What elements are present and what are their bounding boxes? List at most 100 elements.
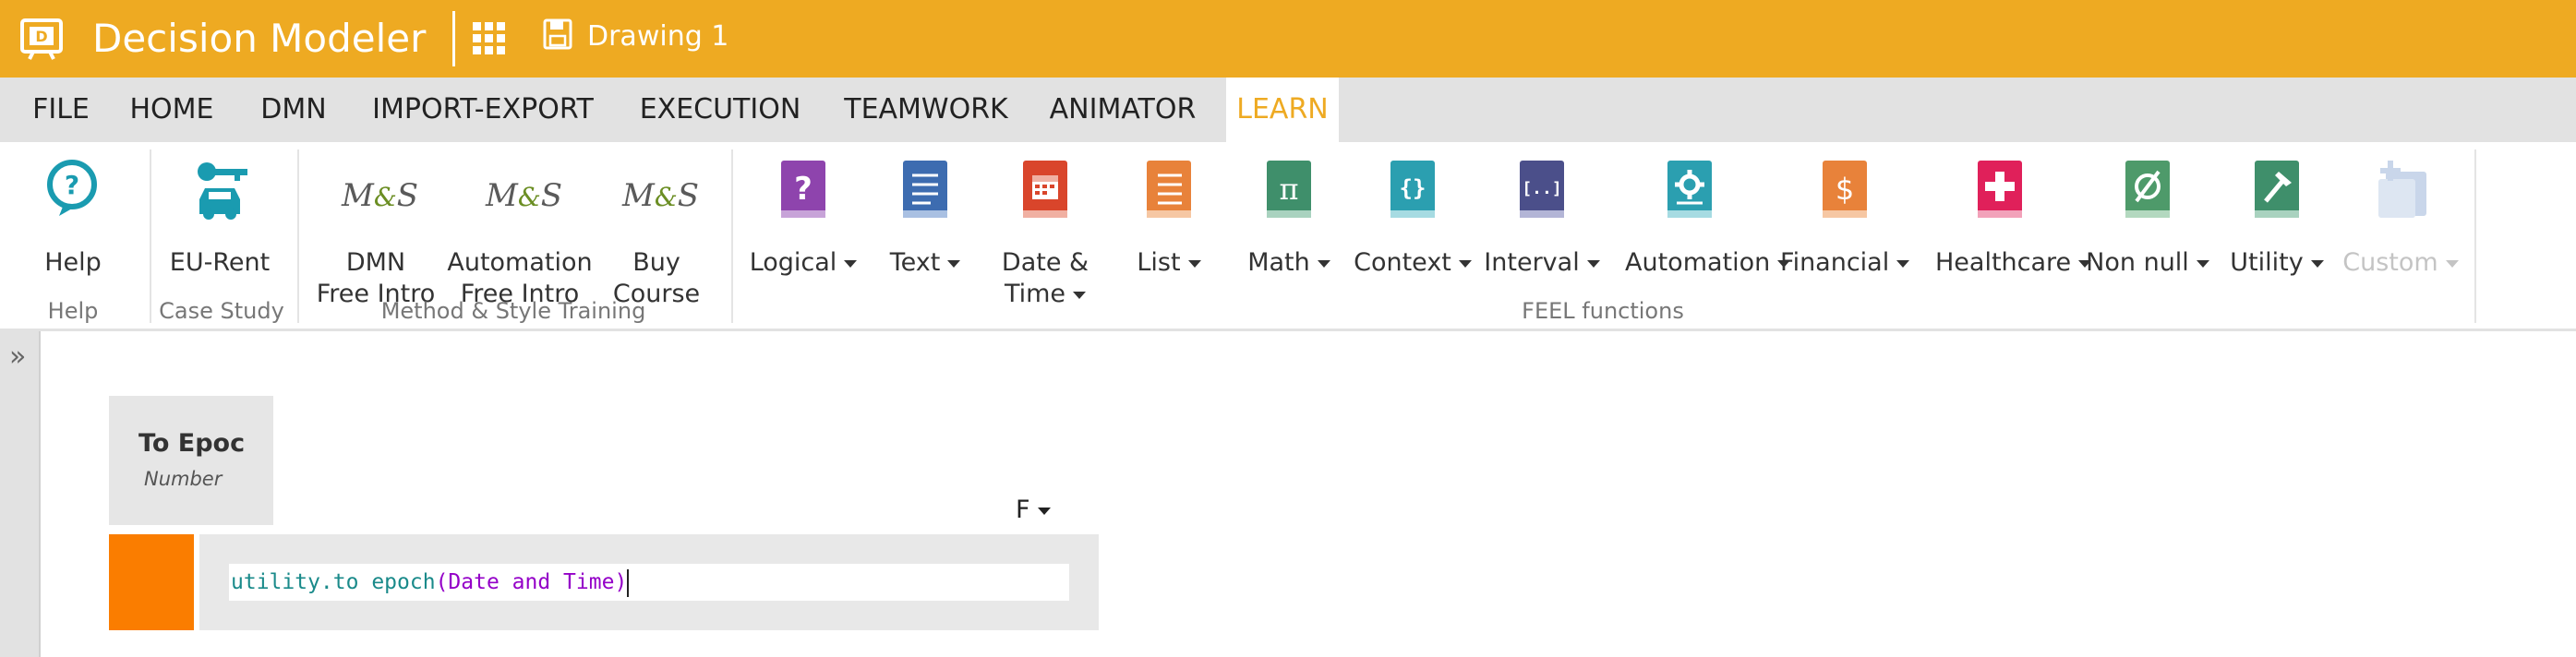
logical-label: Logical bbox=[749, 248, 837, 277]
feel-list-button[interactable]: List bbox=[1137, 159, 1201, 297]
feel-automation-button[interactable]: Automation bbox=[1625, 159, 1791, 297]
context-label: Context bbox=[1354, 248, 1451, 277]
feel-date-time-button[interactable]: Date & Time bbox=[1002, 159, 1089, 308]
expression-close-paren: ) bbox=[614, 570, 628, 594]
menu-learn[interactable]: LEARN bbox=[1226, 78, 1339, 142]
menu-teamwork[interactable]: TEAMWORK bbox=[829, 78, 1023, 142]
apps-grid-icon[interactable] bbox=[471, 20, 508, 57]
math-label: Math bbox=[1247, 248, 1310, 277]
hit-policy-dropdown[interactable]: F bbox=[1016, 496, 1051, 524]
menu-bar: FILE HOME DMN IMPORT-EXPORT EXECUTION TE… bbox=[0, 78, 2576, 142]
utility-label: Utility bbox=[2230, 248, 2304, 277]
buy-course-label-1: Buy bbox=[632, 248, 680, 277]
row-handle[interactable] bbox=[109, 534, 194, 630]
group-label-feel: FEEL functions bbox=[1522, 298, 1684, 324]
custom-book-icon bbox=[2378, 161, 2426, 218]
feel-expression-input[interactable]: utility.to epoch(Date and Time) bbox=[229, 564, 1069, 601]
help-icon: ? bbox=[47, 160, 97, 216]
ribbon-divider bbox=[150, 149, 151, 323]
financial-book-icon: $ bbox=[1823, 161, 1867, 218]
chevron-down-icon bbox=[947, 259, 961, 268]
ribbon-learn: ? Help Help EU-Rent Case Study M&S DMN F… bbox=[0, 142, 2576, 331]
chevron-down-icon bbox=[1037, 507, 1051, 515]
feel-interval-button[interactable]: [..] Interval bbox=[1484, 159, 1600, 297]
logical-book-icon: ? bbox=[781, 161, 825, 218]
chevron-down-icon bbox=[1458, 259, 1472, 268]
eu-rent-label: EU-Rent bbox=[169, 248, 271, 277]
chevron-down-icon bbox=[2445, 259, 2459, 268]
svg-text:?: ? bbox=[794, 171, 813, 208]
utility-book-icon bbox=[2255, 161, 2299, 218]
svg-text:$: $ bbox=[1836, 172, 1854, 207]
decision-type: Number bbox=[144, 468, 223, 490]
non-null-book-icon bbox=[2125, 161, 2170, 218]
expression-open-paren: ( bbox=[435, 570, 449, 594]
hit-policy-value: F bbox=[1016, 496, 1030, 524]
feel-custom-button[interactable]: Custom bbox=[2342, 159, 2459, 297]
help-label: Help bbox=[44, 248, 102, 277]
feel-healthcare-button[interactable]: Healthcare bbox=[1935, 159, 2092, 297]
chevron-down-icon bbox=[1586, 259, 1600, 268]
document-name[interactable]: Drawing 1 bbox=[587, 18, 728, 55]
app-title: Decision Modeler bbox=[92, 16, 427, 61]
title-divider bbox=[452, 11, 455, 66]
feel-logical-button[interactable]: ? Logical bbox=[750, 159, 858, 297]
menu-execution[interactable]: EXECUTION bbox=[628, 78, 813, 142]
decision-header[interactable]: To Epoc Number bbox=[109, 396, 273, 525]
expand-sidebar-toggle[interactable]: » bbox=[0, 331, 41, 657]
dmn-free-intro-button[interactable]: M&S DMN Free Intro bbox=[317, 159, 436, 308]
feel-context-button[interactable]: {} Context bbox=[1354, 159, 1472, 297]
feel-text-button[interactable]: Text bbox=[890, 159, 961, 297]
menu-import-export[interactable]: IMPORT-EXPORT bbox=[362, 78, 604, 142]
chevron-down-icon bbox=[2196, 259, 2209, 268]
menu-home[interactable]: HOME bbox=[114, 78, 229, 142]
menu-animator[interactable]: ANIMATOR bbox=[1041, 78, 1204, 142]
menu-dmn[interactable]: DMN bbox=[247, 78, 340, 142]
date-time-label-2: Time bbox=[1004, 280, 1066, 308]
buy-course-button[interactable]: M&S Buy Course bbox=[613, 159, 700, 308]
method-style-logo-icon: M&S bbox=[342, 177, 419, 214]
svg-text:[..]: [..] bbox=[1522, 179, 1561, 198]
expression-argument: Date and Time bbox=[448, 570, 615, 594]
financial-label: Financial bbox=[1780, 248, 1890, 277]
svg-text:D: D bbox=[35, 28, 47, 45]
method-style-logo-icon: M&S bbox=[622, 177, 700, 214]
feel-math-button[interactable]: π Math bbox=[1247, 159, 1330, 297]
save-icon[interactable] bbox=[543, 18, 572, 50]
feel-non-null-button[interactable]: Non null bbox=[2086, 159, 2209, 297]
svg-text:π: π bbox=[1279, 172, 1298, 207]
chevron-down-icon bbox=[1073, 291, 1087, 299]
date-time-book-icon bbox=[1023, 161, 1067, 218]
group-label-case-study: Case Study bbox=[159, 298, 284, 324]
double-chevron-right-icon: » bbox=[9, 340, 27, 373]
decision-name: To Epoc bbox=[138, 429, 246, 458]
math-book-icon: π bbox=[1267, 161, 1311, 218]
chevron-down-icon bbox=[844, 259, 858, 268]
menu-file[interactable]: FILE bbox=[20, 78, 102, 142]
date-time-label-1: Date & bbox=[1001, 248, 1089, 277]
feel-utility-button[interactable]: Utility bbox=[2230, 159, 2324, 297]
app-logo-icon: D bbox=[20, 18, 63, 60]
automation-book-icon bbox=[1667, 161, 1712, 218]
expression-function: utility.to epoch bbox=[231, 570, 436, 594]
ribbon-divider bbox=[2474, 149, 2476, 323]
feel-financial-button[interactable]: $ Financial bbox=[1780, 159, 1910, 297]
expression-cell: utility.to epoch(Date and Time) bbox=[199, 534, 1099, 630]
svg-text:?: ? bbox=[65, 170, 79, 200]
custom-label: Custom bbox=[2342, 248, 2438, 277]
text-label: Text bbox=[889, 248, 941, 277]
ribbon-divider bbox=[731, 149, 733, 323]
help-button[interactable]: ? Help bbox=[39, 159, 107, 288]
eu-rent-button[interactable]: EU-Rent bbox=[170, 159, 270, 288]
group-label-training: Method & Style Training bbox=[380, 298, 646, 324]
automation-label: Automation bbox=[1625, 248, 1771, 277]
automation-free-intro-button[interactable]: M&S Automation Free Intro bbox=[447, 159, 592, 308]
svg-text:{}: {} bbox=[1400, 175, 1426, 201]
drawing-canvas[interactable]: » To Epoc Number F utility.to epoch(Date… bbox=[0, 331, 2576, 657]
chevron-down-icon bbox=[1896, 259, 1910, 268]
context-book-icon: {} bbox=[1390, 161, 1435, 218]
title-bar: D Decision Modeler Drawing 1 bbox=[0, 0, 2576, 78]
text-cursor bbox=[627, 568, 630, 597]
non-null-label: Non null bbox=[2086, 248, 2189, 277]
interval-label: Interval bbox=[1484, 248, 1580, 277]
